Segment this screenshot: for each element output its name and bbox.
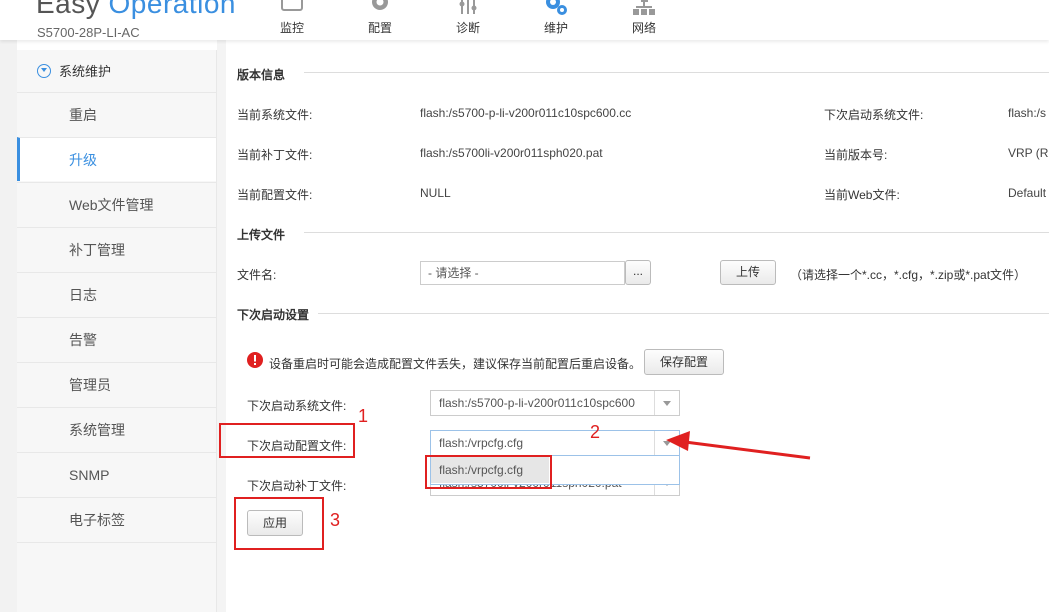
section-title-version-info: 版本信息 [237,68,286,82]
select-value: flash:/s5700-p-li-v200r011c10spc600 [439,396,635,410]
current-system-file-value: flash:/s5700-p-li-v200r011c10spc600.cc [420,106,632,120]
upload-hint: （请选择一个*.cc，*.cfg，*.zip或*.pat文件） [790,268,1027,282]
network-icon [633,0,655,15]
sidebar-item-electronic-label[interactable]: 电子标签 [17,497,216,541]
sidebar-item-upgrade[interactable]: 升级 [17,137,216,181]
next-config-file-select[interactable]: flash:/vrpcfg.cfg [430,430,680,456]
sidebar-item-administrator[interactable]: 管理员 [17,362,216,406]
nav-monitor-label: 监控 [279,21,304,35]
device-model: S5700-28P-LI-AC [37,25,140,40]
section-title-upload: 上传文件 [237,228,286,242]
sidebar-item-patch-management[interactable]: 补丁管理 [17,227,216,271]
nav-monitor[interactable]: 监控 [262,0,322,36]
current-version-label: 当前版本号: [824,148,888,162]
nav-diagnose[interactable]: 诊断 [438,0,498,36]
sidebar-item-label: 补丁管理 [69,242,125,258]
sidebar-item-label: 系统管理 [69,422,125,438]
current-config-label: 当前配置文件: [237,188,313,202]
next-system-file-select[interactable]: flash:/s5700-p-li-v200r011c10spc600 [430,390,680,416]
annotation-number-2: 2 [590,422,601,442]
select-value: flash:/vrpcfg.cfg [439,436,524,450]
current-web-label: 当前Web文件: [824,188,900,202]
monitor-icon [281,0,303,11]
annotation-arrow [666,431,811,460]
section-divider [304,232,1049,233]
annotation-box-2 [425,455,552,489]
nav-diagnose-label: 诊断 [455,21,480,35]
next-system-file-setting-label: 下次启动系统文件: [247,399,347,413]
file-name-label: 文件名: [237,268,277,282]
sidebar-item-system-management[interactable]: 系统管理 [17,407,216,451]
annotation-box-1 [219,423,355,458]
next-patch-file-setting-label: 下次启动补丁文件: [247,479,347,493]
nav-maintenance-label: 维护 [543,21,568,35]
sidebar-item-label: Web文件管理 [69,197,154,213]
sidebar-item-snmp[interactable]: SNMP [17,452,216,496]
nav-maintenance[interactable]: 维护 [526,0,586,36]
nav-config-label: 配置 [367,21,392,35]
browse-button[interactable]: ... [625,260,651,285]
annotation-box-3 [234,497,324,550]
section-divider [318,313,1049,314]
sidebar-item-label: 告警 [69,332,97,348]
sidebar-item-log[interactable]: 日志 [17,272,216,316]
sidebar-item-label: 重启 [69,107,97,123]
sidebar-group-label: 系统维护 [59,64,112,79]
content-gutter [217,40,226,612]
save-config-button[interactable]: 保存配置 [644,349,724,375]
current-config-value: NULL [420,186,451,200]
current-patch-label: 当前补丁文件: [237,148,313,162]
next-system-file-value: flash:/s [1008,106,1047,120]
section-title-next-startup: 下次启动设置 [237,308,310,322]
diagnose-icon [459,0,477,14]
sidebar-divider [17,542,216,543]
current-web-value: Default [1008,186,1047,200]
left-margin [0,40,17,612]
warning-text: 设备重启时可能会造成配置文件丢失，建议保存当前配置后重启设备。 [269,357,642,371]
maintenance-icon [546,0,567,15]
current-patch-value: flash:/s5700li-v200r011sph020.pat [420,146,603,160]
sidebar-item-web-file-management[interactable]: Web文件管理 [17,182,216,226]
warning-icon [247,352,263,368]
nav-config[interactable]: 配置 [350,0,410,36]
annotation-number-3: 3 [330,510,341,530]
sidebar-item-label: 升级 [69,152,97,168]
sidebar-item-label: SNMP [69,467,110,483]
next-system-file-label: 下次启动系统文件: [824,108,924,122]
top-header: Easy Operation S5700-28P-LI-AC 监控 配置 诊断 … [0,0,1049,40]
section-divider [304,72,1049,73]
current-version-value: VRP (R [1008,146,1049,160]
nav-network-label: 网络 [631,21,656,35]
sidebar-group-system-maintenance[interactable]: 系统维护 [17,52,216,92]
collapse-icon [37,64,51,78]
sidebar-item-label: 管理员 [69,377,111,393]
upload-button[interactable]: 上传 [720,260,776,285]
app-logo: Easy Operation [36,0,236,19]
sidebar-item-label: 电子标签 [69,512,125,528]
file-select-input[interactable]: - 请选择 - [420,261,625,285]
chevron-down-icon[interactable] [654,391,679,415]
sidebar-item-alarm[interactable]: 告警 [17,317,216,361]
current-system-file-label: 当前系统文件: [237,108,313,122]
nav-network[interactable]: 网络 [614,0,674,36]
sidebar-item-restart[interactable]: 重启 [17,92,216,136]
gear-icon [372,0,388,10]
sidebar-item-label: 日志 [69,287,97,303]
annotation-number-1: 1 [358,406,369,426]
